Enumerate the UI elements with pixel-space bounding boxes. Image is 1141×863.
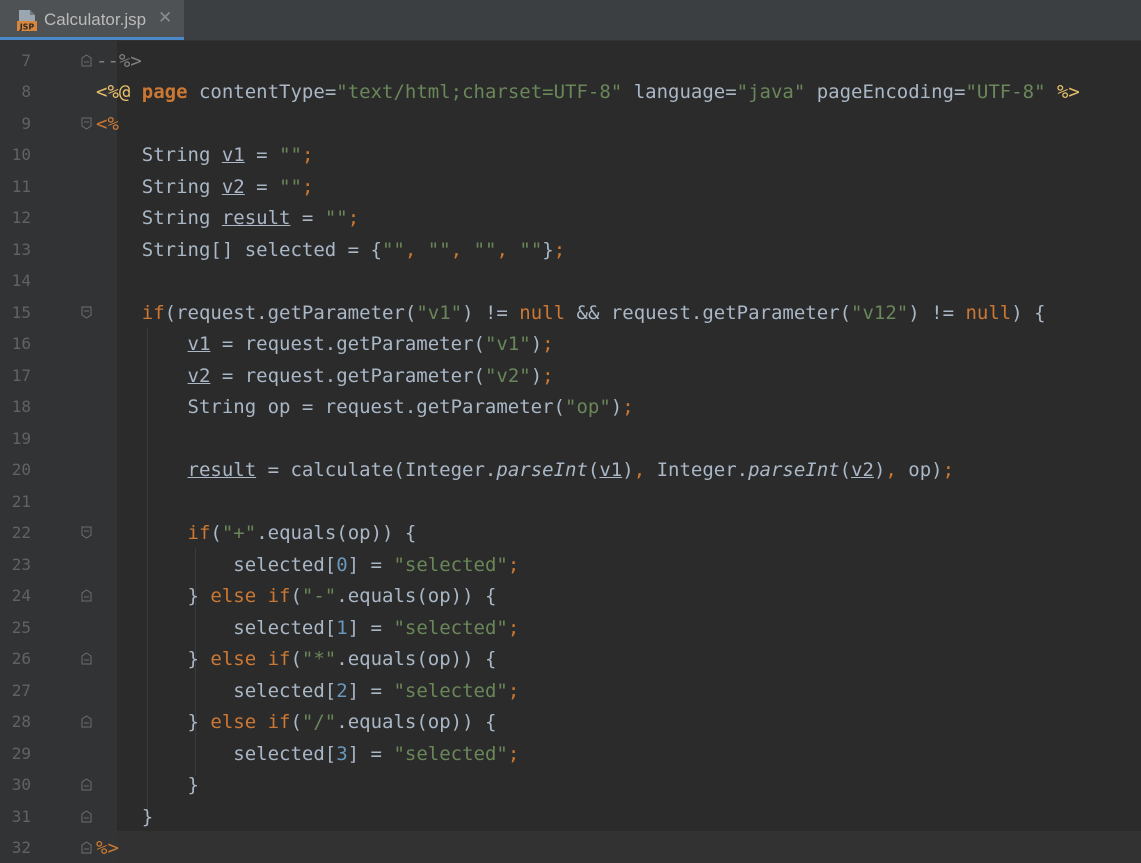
fold-end-icon[interactable] — [80, 652, 93, 665]
line-number: 14 — [11, 271, 31, 290]
code-line: selected[0] = "selected"; — [96, 554, 520, 576]
fold-end-icon[interactable] — [80, 810, 93, 823]
line-number: 19 — [11, 429, 31, 448]
code-line: <%@ page contentType="text/html;charset=… — [96, 81, 1080, 103]
code-line: String[] selected = {"", "", "", ""}; — [96, 239, 566, 261]
code-line: --%> — [96, 50, 142, 72]
code-line: String op = request.getParameter("op"); — [96, 396, 634, 418]
line-number: 8 — [21, 82, 31, 101]
code-line: v1 = request.getParameter("v1"); — [187, 333, 554, 355]
line-number: 15 — [11, 303, 31, 322]
line-number: 17 — [11, 366, 31, 385]
line-number: 26 — [11, 649, 31, 668]
code-line: selected[3] = "selected"; — [96, 743, 520, 765]
line-number: 25 — [11, 618, 31, 637]
line-number: 27 — [11, 681, 31, 700]
code-line: selected[1] = "selected"; — [96, 617, 520, 639]
line-number: 16 — [11, 334, 31, 353]
line-number: 9 — [21, 114, 31, 133]
fold-end-icon[interactable] — [80, 54, 93, 67]
code-line: v2 = request.getParameter("v2"); — [187, 365, 554, 387]
line-number: 7 — [21, 51, 31, 70]
code-line: if(request.getParameter("v1") != null &&… — [141, 302, 1046, 324]
code-line: %> — [96, 837, 119, 859]
code-line: <% — [96, 113, 119, 135]
fold-start-icon[interactable] — [80, 526, 93, 539]
code-line: result = calculate(Integer.parseInt(v1),… — [187, 459, 955, 481]
line-number: 20 — [11, 460, 31, 479]
tab-calculator-jsp[interactable]: JSP Calculator.jsp ✕ — [0, 0, 184, 40]
code-line: if("+".equals(op)) { — [187, 522, 417, 544]
tab-label: Calculator.jsp — [44, 10, 147, 29]
line-number: 32 — [11, 838, 31, 857]
code-line: String result = ""; — [96, 207, 360, 229]
line-number: 24 — [11, 586, 31, 605]
code-line: selected[2] = "selected"; — [96, 680, 520, 702]
code-line: } else if("/".equals(op)) { — [96, 711, 497, 733]
jsp-file-icon: JSP — [16, 9, 38, 32]
fold-end-icon[interactable] — [80, 841, 93, 854]
code-line: String v1 = ""; — [96, 144, 314, 166]
close-tab-icon[interactable]: ✕ — [158, 8, 172, 28]
editor-tab-bar: JSP Calculator.jsp ✕ — [0, 0, 1141, 41]
line-number: 10 — [11, 145, 31, 164]
line-number: 13 — [11, 240, 31, 259]
line-number: 23 — [11, 555, 31, 574]
line-number: 31 — [11, 807, 31, 826]
line-number: 12 — [11, 208, 31, 227]
code-line: } else if("-".equals(op)) { — [96, 585, 497, 607]
line-number: 29 — [11, 744, 31, 763]
fold-end-icon[interactable] — [80, 778, 93, 791]
line-number: 30 — [11, 775, 31, 794]
code-line: } — [96, 774, 199, 796]
code-line: } else if("*".equals(op)) { — [96, 648, 497, 670]
fold-start-icon[interactable] — [80, 306, 93, 319]
fold-end-icon[interactable] — [80, 715, 93, 728]
line-number: 28 — [11, 712, 31, 731]
line-number: 22 — [11, 523, 31, 542]
caret-row-highlight — [117, 831, 1141, 863]
line-number: 21 — [11, 492, 31, 511]
fold-end-icon[interactable] — [80, 589, 93, 602]
line-number: 11 — [11, 177, 31, 196]
line-number: 18 — [11, 397, 31, 416]
jsp-icon-text: JSP — [19, 23, 35, 32]
code-line: String v2 = ""; — [96, 176, 314, 198]
fold-start-icon[interactable] — [80, 117, 93, 130]
code-line: } — [96, 806, 154, 828]
